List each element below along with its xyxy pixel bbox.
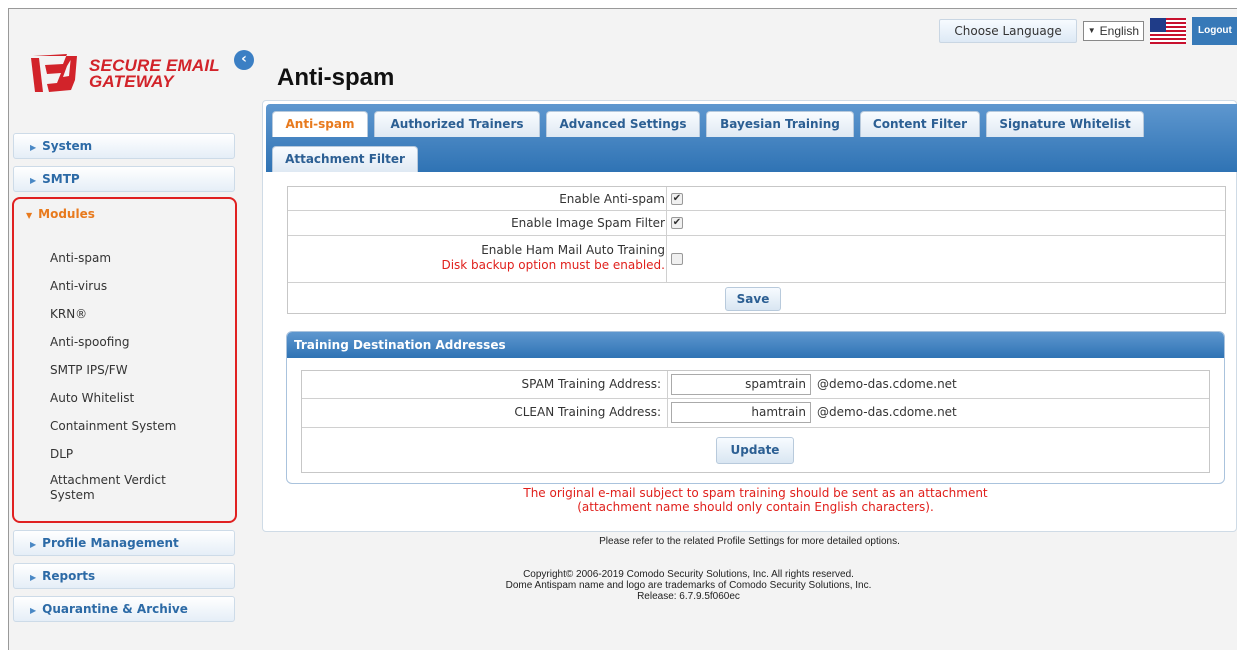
- profile-settings-hint: Please refer to the related Profile Sett…: [599, 536, 900, 547]
- module-link-krn[interactable]: KRN®: [50, 307, 87, 322]
- module-link-line1: Attachment Verdict: [50, 473, 166, 487]
- module-link-anti-spam[interactable]: Anti-spam: [50, 251, 111, 266]
- settings-table: Enable Anti-spam ✔ Enable Image Spam Fil…: [287, 186, 1226, 314]
- collapse-sidebar-button[interactable]: ‹: [234, 50, 254, 70]
- module-link-containment-system[interactable]: Containment System: [50, 419, 176, 434]
- enable-image-spam-label: Enable Image Spam Filter: [511, 216, 665, 230]
- attachment-notice: The original e-mail subject to spam trai…: [286, 486, 1225, 514]
- training-table: SPAM Training Address: spamtrain @demo-d…: [301, 370, 1210, 473]
- tab-signature-whitelist[interactable]: Signature Whitelist: [986, 111, 1144, 137]
- sidebar-item-reports[interactable]: ▶ Reports: [13, 563, 235, 589]
- footer: Copyright© 2006-2019 Comodo Security Sol…: [262, 569, 1115, 602]
- module-link-line2: System: [50, 488, 95, 502]
- sidebar-modules-group: ▼ Modules Anti-spam Anti-virus KRN® Anti-…: [12, 197, 237, 523]
- sidebar-item-quarantine-archive[interactable]: ▶ Quarantine & Archive: [13, 596, 235, 622]
- tab-bayesian-training[interactable]: Bayesian Training: [706, 111, 854, 137]
- enable-ham-checkbox[interactable]: [671, 253, 683, 265]
- spam-address-row: SPAM Training Address: spamtrain @demo-d…: [302, 371, 1209, 399]
- logo-text-line2: GATEWAY: [89, 72, 174, 91]
- clean-address-input[interactable]: hamtrain: [671, 402, 811, 423]
- tab-anti-spam[interactable]: Anti-spam: [272, 111, 368, 137]
- release-text: Release: 6.7.9.5f060ec: [637, 591, 740, 602]
- notice-line1: The original e-mail subject to spam trai…: [523, 486, 988, 500]
- dropdown-caret-icon: ▼: [1087, 26, 1096, 35]
- choose-language-button[interactable]: Choose Language: [939, 19, 1077, 43]
- chevron-right-icon: ▶: [30, 176, 37, 185]
- us-flag-icon: [1150, 18, 1186, 44]
- tab-authorized-trainers[interactable]: Authorized Trainers: [374, 111, 540, 137]
- module-link-dlp[interactable]: DLP: [50, 447, 73, 462]
- trademark-text: Dome Antispam name and logo are trademar…: [505, 580, 872, 591]
- module-link-attachment-verdict[interactable]: Attachment Verdict System: [50, 473, 166, 503]
- module-link-anti-virus[interactable]: Anti-virus: [50, 279, 107, 294]
- shield-logo-icon: [31, 54, 77, 92]
- chevron-right-icon: ▶: [30, 573, 37, 582]
- setting-row-ham-training: Enable Ham Mail Auto Training Disk backu…: [288, 236, 1225, 283]
- tab-content-filter[interactable]: Content Filter: [860, 111, 980, 137]
- spam-address-domain: @demo-das.cdome.net: [817, 377, 957, 391]
- enable-ham-label-text: Enable Ham Mail Auto Training: [481, 243, 665, 257]
- clean-address-label: CLEAN Training Address:: [514, 405, 661, 419]
- spam-address-input[interactable]: spamtrain: [671, 374, 811, 395]
- language-select[interactable]: ▼ English: [1082, 21, 1144, 41]
- enable-ham-label: Enable Ham Mail Auto Training Disk backu…: [441, 243, 665, 273]
- sidebar-item-smtp[interactable]: ▶ SMTP: [13, 166, 235, 192]
- page-title: Anti-spam: [277, 64, 395, 91]
- save-button[interactable]: Save: [725, 287, 781, 311]
- logo: SECURE EMAIL GATEWAY: [27, 50, 220, 98]
- disk-backup-warning: Disk backup option must be enabled.: [441, 258, 665, 272]
- module-link-anti-spoofing[interactable]: Anti-spoofing: [50, 335, 130, 350]
- spam-address-label: SPAM Training Address:: [521, 377, 661, 391]
- copyright-text: Copyright© 2006-2019 Comodo Security Sol…: [523, 569, 854, 580]
- enable-antispam-checkbox[interactable]: ✔: [671, 193, 683, 205]
- clean-address-row: CLEAN Training Address: hamtrain @demo-d…: [302, 399, 1209, 428]
- tab-advanced-settings[interactable]: Advanced Settings: [546, 111, 700, 137]
- chevron-down-icon: ▼: [26, 211, 33, 220]
- notice-line2: (attachment name should only contain Eng…: [577, 500, 934, 514]
- sidebar-item-modules[interactable]: ▼ Modules: [26, 207, 95, 221]
- sidebar-item-label: Modules: [38, 207, 95, 221]
- sidebar-item-label: Reports: [42, 569, 96, 583]
- sidebar-item-profile-management[interactable]: ▶ Profile Management: [13, 530, 235, 556]
- language-value: English: [1099, 24, 1139, 38]
- setting-row-image-spam: Enable Image Spam Filter ✔: [288, 211, 1225, 236]
- training-panel-title: Training Destination Addresses: [287, 332, 1224, 358]
- chevron-right-icon: ▶: [30, 143, 37, 152]
- training-addresses-panel: Training Destination Addresses SPAM Trai…: [286, 331, 1225, 484]
- chevron-right-icon: ▶: [30, 540, 37, 549]
- sidebar-item-label: SMTP: [42, 172, 80, 186]
- top-bar: Choose Language ▼ English Logout: [939, 17, 1237, 45]
- sidebar-item-label: Profile Management: [42, 536, 179, 550]
- enable-antispam-label: Enable Anti-spam: [559, 192, 665, 206]
- logout-button[interactable]: Logout: [1192, 17, 1237, 45]
- clean-address-domain: @demo-das.cdome.net: [817, 405, 957, 419]
- enable-image-spam-checkbox[interactable]: ✔: [671, 217, 683, 229]
- chevron-right-icon: ▶: [30, 606, 37, 615]
- sidebar-item-label: System: [42, 139, 93, 153]
- module-link-auto-whitelist[interactable]: Auto Whitelist: [50, 391, 134, 406]
- sidebar-item-label: Quarantine & Archive: [42, 602, 188, 616]
- module-link-smtp-ips-fw[interactable]: SMTP IPS/FW: [50, 363, 128, 378]
- setting-row-anti-spam: Enable Anti-spam ✔: [288, 187, 1225, 211]
- update-button[interactable]: Update: [716, 437, 794, 464]
- sidebar-item-system[interactable]: ▶ System: [13, 133, 235, 159]
- tab-attachment-filter[interactable]: Attachment Filter: [272, 146, 418, 172]
